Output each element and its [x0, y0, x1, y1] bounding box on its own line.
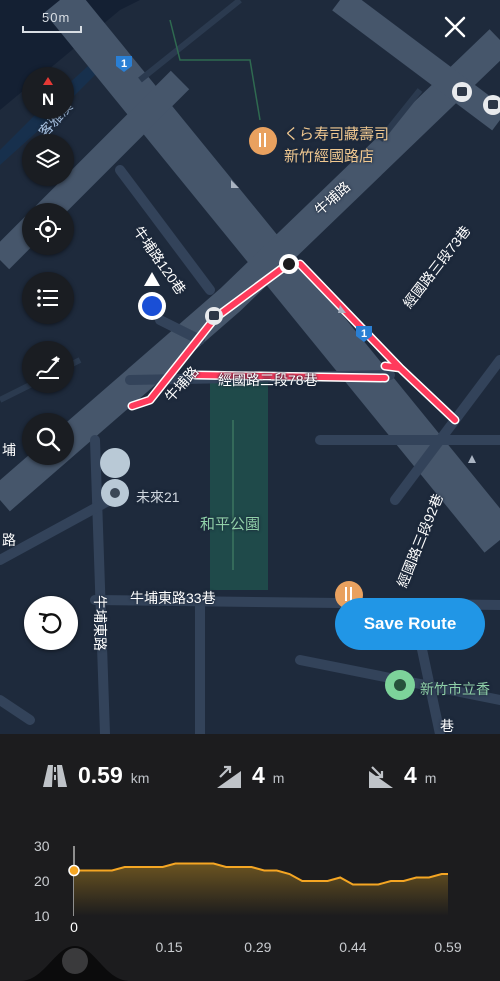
- road-label-fragment-right: 巷: [440, 718, 454, 734]
- undo-button[interactable]: [24, 596, 78, 650]
- elevation-chart-svg: 30 20 10 0 0.15 0.29 0.44 0.59: [20, 838, 462, 981]
- road-label-fragment-left: 埔: [2, 442, 16, 458]
- road-icon: [43, 764, 67, 787]
- distance-stat: 0.59 km: [42, 762, 149, 789]
- compass-icon: N: [42, 77, 54, 109]
- ascent-unit: m: [272, 770, 285, 786]
- descent-unit: m: [424, 770, 437, 786]
- x-tick-label: 0.15: [155, 939, 182, 955]
- descent-value: 4: [404, 762, 417, 788]
- list-icon: [37, 289, 58, 307]
- search-icon: [36, 427, 61, 452]
- road-label-jingguo-78: 經國路三段78巷: [218, 372, 318, 388]
- svg-text:1: 1: [121, 58, 127, 70]
- undo-icon: [38, 612, 62, 634]
- scale-label: 50m: [42, 10, 71, 25]
- poi-label-sushi[interactable]: くら寿司藏壽司 新竹經國路店: [284, 124, 389, 168]
- road-label-niupu-east: 牛埔東路: [92, 595, 108, 651]
- map-view[interactable]: 1 1 50m くら寿司藏壽司 新竹經國路店 牛埔路 牛埔路120巷 經國路三段…: [0, 0, 500, 734]
- map-scale: 50m: [22, 10, 82, 33]
- distance-value: 0.59: [78, 762, 123, 788]
- elevation-area: [74, 863, 448, 916]
- route-draw-icon: [36, 356, 60, 379]
- compass-button[interactable]: N: [22, 67, 74, 119]
- layers-icon: [36, 149, 60, 168]
- search-button[interactable]: [22, 413, 74, 465]
- crosshair-icon: [35, 216, 61, 242]
- compass-label: N: [42, 90, 54, 109]
- route-stats-panel: 0.59 km 4 m 4 m 30 20 10 0 0.15 0.29 0.4…: [0, 734, 500, 981]
- x-tick-label: 0.29: [244, 939, 271, 955]
- x-tick-label: 0: [70, 919, 78, 935]
- ascent-value: 4: [252, 762, 265, 788]
- x-tick-label: 0.44: [339, 939, 366, 955]
- svg-text:1: 1: [361, 328, 367, 340]
- close-button[interactable]: [440, 12, 470, 42]
- y-tick-label: 20: [34, 873, 50, 889]
- distance-unit: km: [130, 770, 150, 786]
- list-button[interactable]: [22, 272, 74, 324]
- road-label-niupu-east-33: 牛埔東路33巷: [130, 590, 216, 606]
- layers-button[interactable]: [22, 134, 74, 186]
- scale-bar: [22, 26, 82, 33]
- y-tick-label: 30: [34, 838, 50, 854]
- close-icon: [444, 16, 466, 38]
- route-tool-button[interactable]: [22, 341, 74, 393]
- park-area: [210, 382, 268, 590]
- park-label-heping[interactable]: 和平公園: [200, 513, 260, 534]
- y-tick-label: 10: [34, 908, 50, 924]
- descent-stat: 4 m: [368, 762, 436, 789]
- x-tick-label: 0.59: [434, 939, 461, 955]
- locate-me-button[interactable]: [22, 203, 74, 255]
- elevation-chart[interactable]: 30 20 10 0 0.15 0.29 0.44 0.59: [0, 834, 500, 981]
- elevation-start-marker: [68, 864, 80, 877]
- poi-label-school[interactable]: 新竹市立香: [420, 679, 490, 699]
- ascent-icon: [217, 765, 241, 788]
- save-route-button[interactable]: Save Route: [335, 598, 485, 650]
- poi-label-weilai[interactable]: 未來21: [136, 487, 180, 507]
- chart-scrubber-handle: [62, 948, 88, 974]
- ascent-stat: 4 m: [216, 762, 284, 789]
- road-label-fragment-left-2: 路: [2, 532, 16, 548]
- descent-icon: [369, 765, 393, 788]
